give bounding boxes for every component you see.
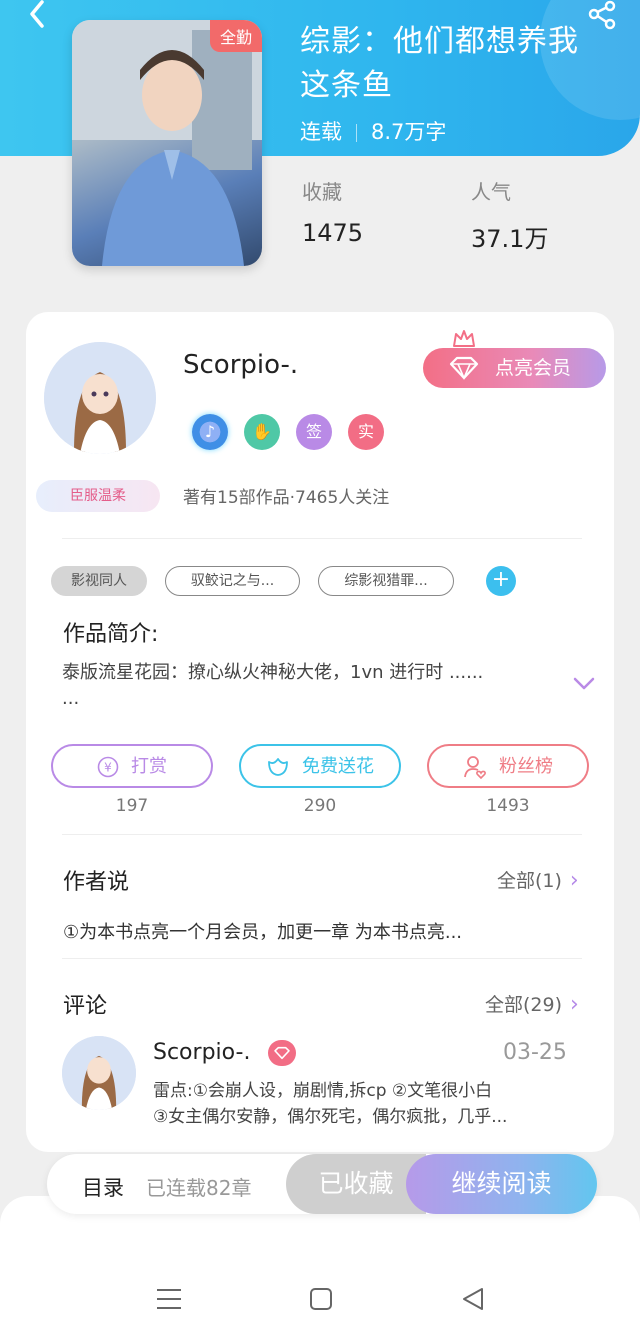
comments-more-label: 全部(29) bbox=[485, 994, 563, 1016]
comment-line: ③女主偶尔安静，偶尔死宅，偶尔疯批，几乎... bbox=[153, 1107, 508, 1127]
fan-count: 1493 bbox=[486, 796, 530, 816]
author-say-more-link[interactable]: 全部(1) › bbox=[497, 866, 579, 893]
comments-more-link[interactable]: 全部(29) › bbox=[485, 990, 579, 1017]
tag-chip[interactable]: 影视同人 bbox=[51, 566, 147, 596]
home-icon[interactable] bbox=[306, 1286, 336, 1312]
vip-diamond-badge bbox=[268, 1040, 296, 1066]
crown-icon bbox=[453, 330, 475, 347]
reward-button[interactable]: ¥ 打赏 bbox=[51, 744, 213, 788]
send-flower-button[interactable]: 免费送花 bbox=[239, 744, 401, 788]
tag-chip[interactable]: 综影视猎罪... bbox=[318, 566, 454, 596]
cover-portrait-image bbox=[72, 20, 262, 266]
chevron-right-icon: › bbox=[570, 992, 579, 1017]
stat-collections: 收藏 1475 bbox=[302, 176, 363, 247]
add-tag-button[interactable]: + bbox=[486, 566, 516, 596]
comment-line: 雷点:①会崩人设，崩剧情,拆cp ②文笔很小白 bbox=[153, 1081, 493, 1101]
yen-icon: ¥ bbox=[97, 756, 119, 778]
diamond-icon bbox=[274, 1046, 290, 1060]
word-count: 8.7万字 bbox=[371, 120, 447, 144]
back-button[interactable] bbox=[20, 0, 56, 36]
author-name[interactable]: Scorpio-. bbox=[183, 350, 298, 380]
vip-button-label: 点亮会员 bbox=[495, 357, 572, 379]
continue-reading-button[interactable]: 继续阅读 bbox=[406, 1154, 597, 1214]
fan-rank-icon bbox=[464, 756, 486, 779]
handshake-icon[interactable]: ✋ bbox=[244, 414, 280, 450]
collected-button[interactable]: 已收藏 bbox=[286, 1154, 426, 1214]
author-avatar[interactable] bbox=[44, 342, 156, 454]
stat-popularity: 人气 37.1万 bbox=[471, 176, 548, 254]
divider bbox=[62, 958, 582, 959]
chapter-count: 已连载82章 bbox=[146, 1176, 252, 1200]
reward-count: 197 bbox=[115, 796, 149, 816]
intro-text: 泰版流星花园：撩心纵火神秘大佬，1vn 进行时 ...... ... bbox=[62, 660, 542, 712]
stat-label: 人气 bbox=[471, 180, 511, 204]
book-meta: 连载 8.7万字 bbox=[300, 116, 446, 146]
author-works-line: 著有15部作品·7465人关注 bbox=[183, 488, 390, 508]
author-say-more-label: 全部(1) bbox=[497, 870, 562, 892]
comment-date: 03-25 bbox=[503, 1040, 567, 1065]
music-note-icon[interactable]: ♪ bbox=[192, 414, 228, 450]
book-title: 综影：他们都想养我这条鱼 bbox=[300, 24, 579, 103]
fan-rank-button[interactable]: 粉丝榜 bbox=[427, 744, 589, 788]
chevron-right-icon: › bbox=[569, 868, 579, 893]
intro-title: 作品简介: bbox=[63, 622, 159, 647]
meta-divider bbox=[356, 124, 357, 142]
menu-icon[interactable] bbox=[154, 1286, 184, 1312]
comment-body[interactable]: 雷点:①会崩人设，崩剧情,拆cp ②文笔很小白 ③女主偶尔安静，偶尔死宅，偶尔疯… bbox=[153, 1078, 563, 1130]
author-say-title: 作者说 bbox=[63, 870, 130, 895]
commenter-name[interactable]: Scorpio-. bbox=[153, 1040, 250, 1065]
back-arrow-icon bbox=[30, 0, 44, 28]
divider bbox=[62, 538, 582, 539]
stat-value: 1475 bbox=[302, 219, 364, 247]
chevron-down-icon[interactable] bbox=[572, 676, 596, 692]
flower-count: 290 bbox=[303, 796, 337, 816]
back-triangle-icon[interactable] bbox=[458, 1286, 488, 1312]
tag-chip[interactable]: 驭鲛记之与... bbox=[165, 566, 300, 596]
book-cover[interactable]: 全勤 bbox=[72, 20, 262, 266]
author-title-tag: 臣服温柔 bbox=[36, 480, 160, 512]
fan-rank-label: 粉丝榜 bbox=[499, 756, 553, 777]
svg-text:¥: ¥ bbox=[104, 761, 112, 775]
bottom-panel bbox=[0, 1196, 640, 1339]
intro-more: ... bbox=[62, 688, 80, 709]
author-avatar-image bbox=[44, 342, 156, 454]
author-badges: ♪ ✋ 签 实 bbox=[192, 414, 384, 450]
author-say-text[interactable]: ①为本书点亮一个月会员，加更一章 为本书点亮... bbox=[63, 918, 462, 944]
comments-title: 评论 bbox=[63, 994, 108, 1019]
send-flower-label: 免费送花 bbox=[302, 756, 374, 777]
diamond-icon bbox=[449, 356, 479, 380]
reward-label: 打赏 bbox=[131, 756, 167, 777]
stat-value: 37.1万 bbox=[471, 225, 549, 253]
commenter-avatar[interactable] bbox=[62, 1036, 136, 1110]
divider bbox=[62, 834, 582, 835]
serial-status: 连载 bbox=[300, 120, 342, 144]
stat-label: 收藏 bbox=[302, 180, 342, 204]
flower-icon bbox=[268, 758, 288, 776]
intro-line: 泰版流星花园：撩心纵火神秘大佬，1vn 进行时 ...... bbox=[62, 662, 484, 683]
full-attendance-badge: 全勤 bbox=[209, 20, 262, 52]
sign-badge[interactable]: 签 bbox=[296, 414, 332, 450]
verified-badge[interactable]: 实 bbox=[348, 414, 384, 450]
table-of-contents-button[interactable]: 目录 bbox=[82, 1172, 124, 1202]
commenter-avatar-image bbox=[62, 1036, 136, 1110]
vip-button[interactable]: 点亮会员 bbox=[423, 348, 606, 388]
